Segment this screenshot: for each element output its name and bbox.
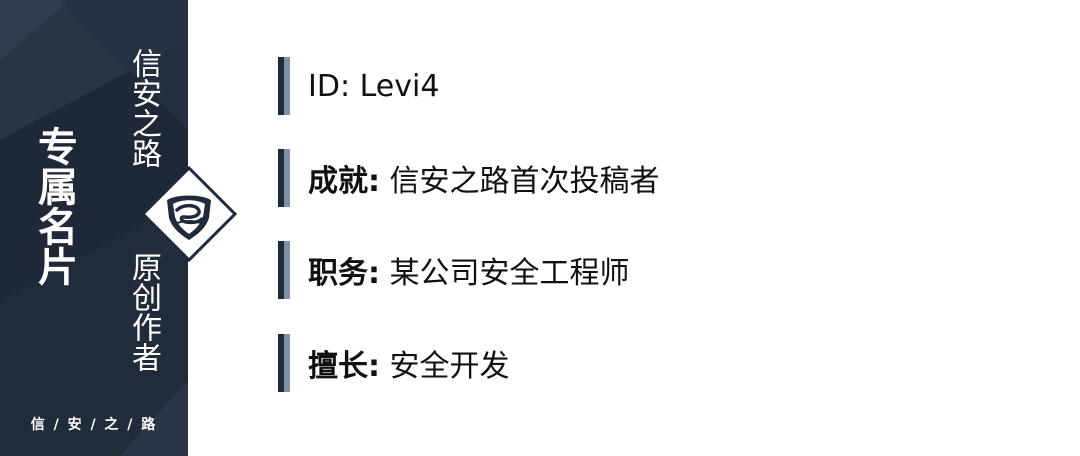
- info-row-position: 职务: 某公司安全工程师: [278, 241, 630, 299]
- sidebar-title: 专属名片: [31, 126, 77, 286]
- row-accent-bar: [278, 149, 290, 207]
- info-row-id: ID: Levi4: [278, 57, 439, 115]
- profile-card: 专属名片 信安之路 原创作者 信 / 安 / 之 / 路 ID: Levi4 成…: [0, 0, 1080, 456]
- row-accent-bar: [278, 241, 290, 299]
- sidebar-label-top: 信安之路: [126, 48, 161, 168]
- info-row-achievement: 成就: 信安之路首次投稿者: [278, 149, 660, 207]
- row-label: 职务:: [308, 256, 380, 291]
- row-value: Levi4: [359, 68, 440, 104]
- row-accent-bar: [278, 57, 290, 115]
- row-label: 擅长:: [308, 349, 380, 384]
- row-label: 成就:: [308, 164, 380, 199]
- sidebar-label-bottom: 原创作者: [126, 252, 161, 372]
- info-row-expertise: 擅长: 安全开发: [278, 334, 510, 392]
- row-accent-bar: [278, 334, 290, 392]
- row-value: 安全开发: [389, 349, 510, 384]
- row-value: 某公司安全工程师: [389, 256, 630, 291]
- shield-logo-icon: [141, 166, 237, 262]
- sidebar-brand: 信 / 安 / 之 / 路: [30, 417, 158, 433]
- row-label: ID:: [308, 68, 351, 104]
- row-value: 信安之路首次投稿者: [389, 164, 660, 199]
